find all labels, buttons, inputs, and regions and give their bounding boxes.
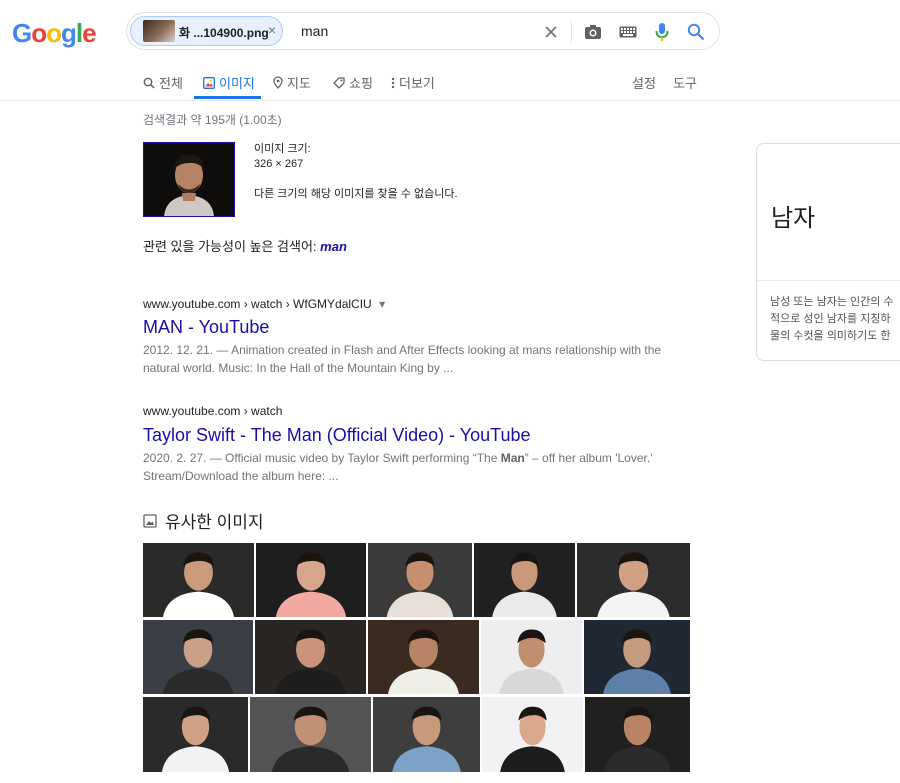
similar-image-thumbnail[interactable] bbox=[584, 620, 690, 694]
result-stats: 검색결과 약 195개 (1.00초) bbox=[143, 113, 282, 127]
more-vert-icon bbox=[391, 77, 395, 88]
tab-label: 전체 bbox=[159, 76, 183, 91]
image-icon bbox=[143, 513, 157, 528]
chip-close-icon[interactable]: × bbox=[268, 22, 276, 38]
result-title[interactable]: Taylor Swift - The Man (Official Video) … bbox=[143, 425, 531, 446]
image-query-chip[interactable]: 화 ...104900.png × bbox=[130, 16, 283, 46]
similar-image-thumbnail[interactable] bbox=[255, 620, 366, 694]
search-input[interactable]: man bbox=[301, 23, 328, 39]
tab-label: 더보기 bbox=[399, 76, 435, 91]
tab-shopping[interactable]: 쇼핑 bbox=[333, 73, 373, 92]
query-image[interactable] bbox=[143, 142, 235, 217]
similar-images-title: 유사한 이미지 bbox=[165, 513, 264, 532]
similar-image-thumbnail[interactable] bbox=[143, 543, 254, 617]
close-icon[interactable] bbox=[541, 22, 561, 42]
result-url[interactable]: www.youtube.com › watch › WfGMYdalCIU ▾ bbox=[143, 297, 385, 311]
similar-image-thumbnail[interactable] bbox=[577, 543, 690, 617]
best-guess-prefix: 관련 있을 가능성이 높은 검색어: bbox=[143, 239, 321, 254]
similar-image-thumbnail[interactable] bbox=[585, 697, 690, 772]
similar-image-thumbnail[interactable] bbox=[373, 697, 480, 772]
best-guess: 관련 있을 가능성이 높은 검색어: man bbox=[143, 236, 347, 255]
camera-icon[interactable] bbox=[583, 22, 603, 42]
search-box[interactable]: 화 ...104900.png × man bbox=[126, 12, 720, 50]
active-tab-indicator bbox=[194, 96, 261, 99]
google-logo[interactable]: Google bbox=[12, 18, 97, 49]
knowledge-panel: 남자 남성 또는 남자는 인간의 수 적으로 성인 남자를 지칭하 물의 수컷을… bbox=[756, 143, 900, 361]
result-url[interactable]: www.youtube.com › watch bbox=[143, 404, 282, 418]
nav-divider bbox=[0, 100, 900, 101]
kp-description: 남성 또는 남자는 인간의 수 적으로 성인 남자를 지칭하 물의 수컷을 의미… bbox=[770, 296, 894, 342]
best-guess-link[interactable]: man bbox=[320, 239, 347, 254]
kp-divider bbox=[757, 280, 900, 281]
image-size: 326 × 267 bbox=[254, 158, 304, 170]
similar-image-thumbnail[interactable] bbox=[481, 620, 582, 694]
no-other-sizes: 다른 크기의 해당 이미지를 찾을 수 없습니다. bbox=[254, 188, 458, 200]
similar-image-thumbnail[interactable] bbox=[474, 543, 575, 617]
tab-label: 이미지 bbox=[219, 76, 255, 91]
image-icon bbox=[203, 76, 215, 89]
chip-label: 화 ...104900.png bbox=[179, 26, 269, 40]
result-snippet: 2020. 2. 27. — Official music video by T… bbox=[143, 451, 653, 483]
chip-thumbnail bbox=[143, 20, 175, 42]
similar-image-thumbnail[interactable] bbox=[256, 543, 366, 617]
divider bbox=[571, 21, 572, 43]
result-snippet: 2012. 12. 21. — Animation created in Fla… bbox=[143, 343, 662, 375]
tab-label: 쇼핑 bbox=[349, 76, 373, 91]
tab-label: 지도 bbox=[287, 76, 311, 91]
similar-image-thumbnail[interactable] bbox=[250, 697, 371, 772]
image-size-label: 이미지 크기: bbox=[254, 143, 311, 155]
chevron-down-icon[interactable]: ▾ bbox=[379, 297, 385, 311]
similar-image-thumbnail[interactable] bbox=[368, 620, 479, 694]
similar-image-thumbnail[interactable] bbox=[143, 620, 253, 694]
keyboard-icon[interactable] bbox=[618, 22, 638, 42]
tools-link[interactable]: 도구 bbox=[673, 73, 697, 92]
tab-more[interactable]: 더보기 bbox=[391, 73, 435, 92]
tag-icon bbox=[333, 76, 345, 89]
settings-link[interactable]: 설정 bbox=[632, 73, 656, 92]
kp-title: 남자 bbox=[771, 205, 816, 232]
mic-icon[interactable] bbox=[652, 22, 672, 42]
similar-image-thumbnail[interactable] bbox=[482, 697, 583, 772]
result-title[interactable]: MAN - YouTube bbox=[143, 317, 269, 338]
similar-image-thumbnail[interactable] bbox=[368, 543, 472, 617]
search-icon bbox=[143, 77, 155, 89]
tab-images[interactable]: 이미지 bbox=[203, 73, 255, 92]
similar-images-heading: 유사한 이미지 bbox=[143, 508, 264, 533]
similar-image-thumbnail[interactable] bbox=[143, 697, 248, 772]
tab-all[interactable]: 전체 bbox=[143, 73, 183, 92]
tab-maps[interactable]: 지도 bbox=[273, 73, 311, 92]
image-info: 이미지 크기: 326 × 267 다른 크기의 해당 이미지를 찾을 수 없습… bbox=[254, 142, 458, 202]
map-pin-icon bbox=[273, 76, 283, 89]
search-icon[interactable] bbox=[686, 22, 706, 42]
